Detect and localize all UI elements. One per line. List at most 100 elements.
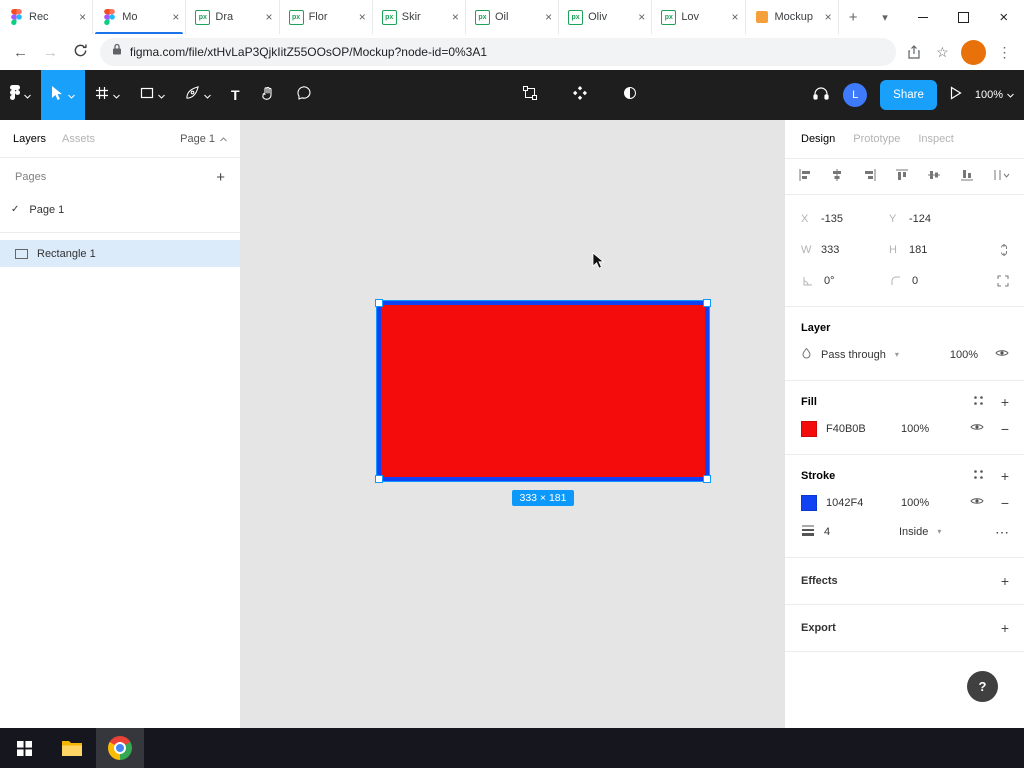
layer-row-rectangle[interactable]: Rectangle 1	[0, 240, 240, 267]
tab-prototype[interactable]: Prototype	[853, 133, 900, 145]
remove-fill-icon[interactable]: −	[1001, 422, 1009, 436]
move-tool-button[interactable]	[41, 70, 85, 120]
new-tab-button[interactable]: +	[839, 0, 868, 34]
page-selector[interactable]: Page 1	[180, 133, 227, 145]
tab-close-icon[interactable]: ×	[825, 11, 832, 23]
pen-tool-button[interactable]	[175, 70, 221, 120]
fill-opacity-value[interactable]: 100%	[901, 423, 947, 435]
fill-color-swatch[interactable]	[801, 420, 817, 437]
create-component-button[interactable]	[562, 85, 598, 106]
align-vertical-center-icon[interactable]	[927, 168, 941, 185]
present-play-icon[interactable]	[950, 85, 962, 105]
stroke-color-swatch[interactable]	[801, 494, 817, 511]
browser-tab-4[interactable]: px Flor ×	[280, 0, 373, 34]
fill-hex-value[interactable]: F40B0B	[826, 423, 892, 435]
collaborator-avatar[interactable]: L	[843, 83, 868, 107]
tab-close-icon[interactable]: ×	[172, 11, 179, 23]
tab-search-chevron-icon[interactable]: ▾	[868, 0, 903, 34]
remove-stroke-icon[interactable]: −	[1001, 496, 1009, 510]
eye-visible-icon[interactable]	[995, 348, 1009, 361]
align-left-icon[interactable]	[798, 168, 812, 185]
add-stroke-button[interactable]: +	[1001, 469, 1009, 483]
bookmark-star-icon[interactable]: ☆	[933, 44, 952, 61]
help-button[interactable]: ?	[967, 671, 998, 702]
window-maximize-button[interactable]	[943, 0, 984, 34]
edit-object-button[interactable]	[512, 85, 548, 106]
styles-grid-icon[interactable]	[973, 469, 984, 483]
hand-tool-button[interactable]	[250, 70, 286, 120]
tab-close-icon[interactable]: ×	[638, 11, 645, 23]
design-canvas[interactable]: 333 × 181	[240, 120, 784, 728]
corner-radius-field[interactable]: 0	[889, 265, 977, 296]
browser-menu-kebab-icon[interactable]: ⋮	[995, 44, 1014, 61]
browser-tab-3[interactable]: px Dra ×	[186, 0, 280, 34]
stroke-more-options-icon[interactable]: ⋯	[995, 525, 1009, 539]
tab-inspect[interactable]: Inspect	[918, 133, 953, 145]
styles-grid-icon[interactable]	[973, 395, 984, 409]
resize-handle-bottom-left[interactable]	[375, 475, 383, 483]
tab-layers[interactable]: Layers	[13, 133, 46, 145]
tab-design[interactable]: Design	[801, 133, 835, 145]
distribute-menu-icon[interactable]	[992, 168, 1012, 185]
browser-tab-1[interactable]: Rec ×	[0, 0, 94, 34]
back-button[interactable]: ←	[10, 44, 31, 61]
rotation-field[interactable]: 0°	[801, 265, 889, 296]
tab-close-icon[interactable]: ×	[359, 11, 366, 23]
refresh-button[interactable]	[70, 43, 91, 62]
stroke-align-select[interactable]: Inside	[899, 526, 928, 538]
align-right-icon[interactable]	[863, 168, 877, 185]
audio-headphones-icon[interactable]	[812, 85, 830, 106]
chrome-taskbar-button[interactable]	[96, 728, 144, 768]
window-minimize-button[interactable]	[902, 0, 943, 34]
comment-tool-button[interactable]	[286, 70, 322, 120]
constrain-proportions-button[interactable]	[977, 234, 1009, 265]
resize-handle-top-left[interactable]	[375, 299, 383, 307]
browser-tab-6[interactable]: px Oil ×	[466, 0, 560, 34]
height-field[interactable]: H 181	[889, 234, 977, 265]
tab-close-icon[interactable]: ×	[266, 11, 273, 23]
width-field[interactable]: W 333	[801, 234, 889, 265]
add-fill-button[interactable]: +	[1001, 395, 1009, 409]
align-horizontal-center-icon[interactable]	[830, 168, 844, 185]
x-position-field[interactable]: X -135	[801, 203, 889, 234]
eye-visible-icon[interactable]	[970, 496, 984, 509]
use-as-mask-button[interactable]	[612, 85, 648, 106]
frame-tool-button[interactable]	[85, 70, 130, 120]
figma-main-menu-button[interactable]	[0, 70, 41, 120]
tab-close-icon[interactable]: ×	[79, 11, 86, 23]
add-effect-button[interactable]: +	[1001, 574, 1009, 588]
browser-profile-avatar[interactable]	[960, 39, 986, 65]
forward-button[interactable]: →	[40, 44, 61, 61]
align-top-icon[interactable]	[895, 168, 909, 185]
align-bottom-icon[interactable]	[960, 168, 974, 185]
selected-rectangle[interactable]	[375, 299, 711, 483]
blend-mode-value[interactable]: Pass through	[821, 349, 886, 361]
resize-handle-top-right[interactable]	[703, 299, 711, 307]
browser-tab-9[interactable]: Mockup ×	[746, 0, 839, 34]
share-page-icon[interactable]	[905, 45, 924, 59]
file-explorer-button[interactable]	[48, 728, 96, 768]
share-button[interactable]: Share	[880, 80, 937, 110]
y-position-field[interactable]: Y -124	[889, 203, 977, 234]
tab-assets[interactable]: Assets	[62, 133, 95, 145]
tab-close-icon[interactable]: ×	[452, 11, 459, 23]
url-omnibox[interactable]: figma.com/file/xtHvLaP3QjkIitZ55OOsOP/Mo…	[99, 38, 896, 66]
text-tool-button[interactable]: T	[221, 70, 250, 120]
stroke-hex-value[interactable]: 1042F4	[826, 497, 892, 509]
page-list-item[interactable]: ✓ Page 1	[0, 196, 240, 223]
tab-close-icon[interactable]: ×	[731, 11, 738, 23]
stroke-weight-value[interactable]: 4	[824, 526, 890, 538]
shape-tool-button[interactable]	[130, 70, 175, 120]
stroke-opacity-value[interactable]: 100%	[901, 497, 947, 509]
add-export-button[interactable]: +	[1001, 621, 1009, 635]
tab-close-icon[interactable]: ×	[545, 11, 552, 23]
browser-tab-5[interactable]: px Skir ×	[373, 0, 466, 34]
independent-corners-button[interactable]	[977, 265, 1009, 296]
zoom-menu[interactable]: 100%	[975, 89, 1014, 101]
browser-tab-2-active[interactable]: Mo ×	[93, 0, 187, 35]
browser-tab-7[interactable]: px Oliv ×	[559, 0, 653, 34]
start-button[interactable]	[0, 728, 48, 768]
add-page-button[interactable]: +	[216, 169, 225, 186]
resize-handle-bottom-right[interactable]	[703, 475, 711, 483]
window-close-button[interactable]: ×	[983, 0, 1024, 34]
